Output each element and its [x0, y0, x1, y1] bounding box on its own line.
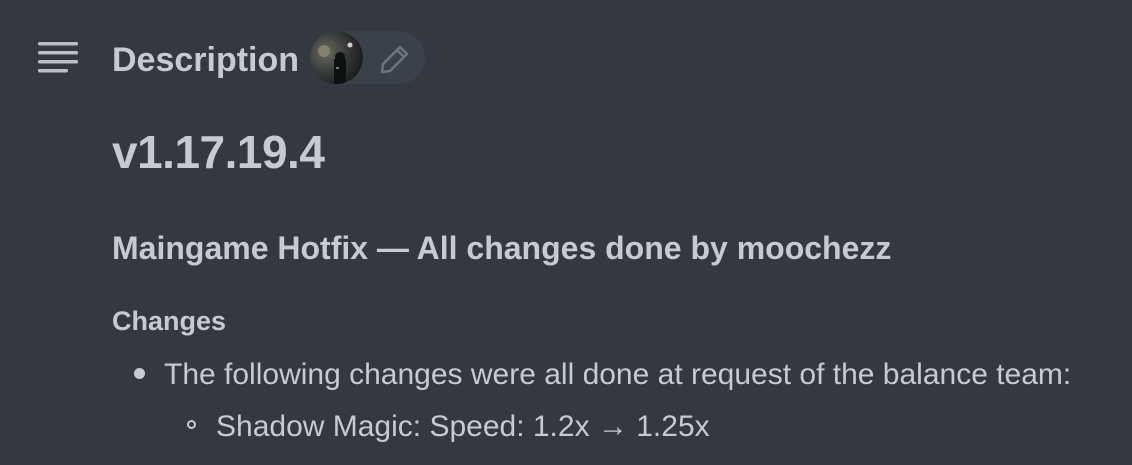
description-lines-icon	[38, 42, 78, 73]
bullet-dot-icon	[134, 368, 145, 379]
user-avatar[interactable]	[310, 31, 363, 84]
changes-heading: Changes	[112, 306, 227, 336]
version-heading: v1.17.19.4	[112, 126, 325, 178]
release-subtitle: Maingame Hotfix — All changes done by mo…	[112, 230, 892, 266]
section-title: Description	[112, 41, 300, 79]
list-item: The following changes were all done at r…	[164, 358, 1072, 391]
sub-list-item: Shadow Magic: Speed: 1.2x → 1.25x	[216, 410, 710, 443]
pencil-icon[interactable]	[378, 42, 412, 76]
sub-bullet-circle-icon	[187, 420, 196, 429]
